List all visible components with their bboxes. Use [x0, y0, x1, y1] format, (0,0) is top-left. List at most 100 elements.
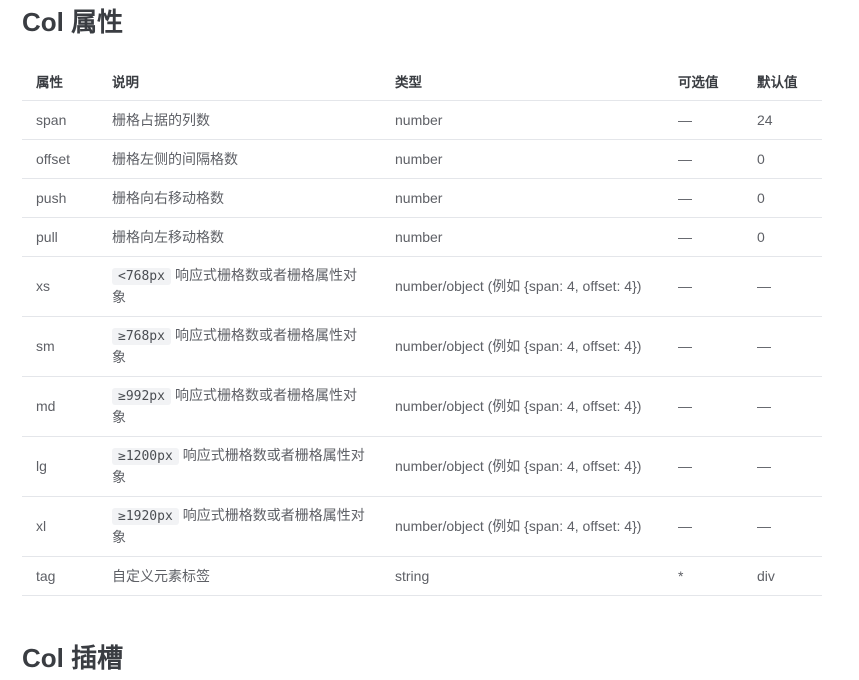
desc-wrap: ≥768px 响应式栅格数或者栅格属性对象	[112, 325, 367, 368]
header-desc: 说明	[98, 62, 381, 101]
cell-desc: ≥1200px 响应式栅格数或者栅格属性对象	[98, 436, 381, 497]
cell-options: —	[664, 376, 743, 437]
cell-type: number	[381, 217, 664, 257]
type-text: number/object (例如 {span: 4, offset: 4})	[395, 398, 642, 414]
table-row: pull 栅格向左移动格数 number —0	[22, 217, 822, 257]
cell-desc: <768px 响应式栅格数或者栅格属性对象	[98, 256, 381, 317]
cell-default: —	[743, 436, 822, 497]
type-text: number/object (例如 {span: 4, offset: 4})	[395, 518, 642, 534]
desc-wrap: ≥1200px 响应式栅格数或者栅格属性对象	[112, 445, 367, 488]
cell-options: —	[664, 316, 743, 377]
table-row: xs <768px 响应式栅格数或者栅格属性对象 number/object (例如 …	[22, 256, 822, 317]
cell-desc: 栅格左侧的间隔格数	[98, 139, 381, 179]
col-slots-title: Col 插槽	[22, 643, 124, 673]
desc-wrap: 栅格向左移动格数	[112, 227, 367, 248]
cell-default: 24	[743, 100, 822, 140]
breakpoint-code: ≥768px	[112, 328, 171, 345]
cell-desc: 栅格占据的列数	[98, 100, 381, 140]
table-row: offset 栅格左侧的间隔格数 number —0	[22, 139, 822, 179]
table-row: push 栅格向右移动格数 number —0	[22, 178, 822, 218]
cell-desc: ≥992px 响应式栅格数或者栅格属性对象	[98, 376, 381, 437]
type-text: number	[395, 111, 443, 128]
cell-attr: span	[22, 100, 98, 140]
breakpoint-code: ≥1920px	[112, 508, 179, 525]
cell-default: div	[743, 556, 822, 596]
desc-wrap: 栅格占据的列数	[112, 110, 367, 131]
header-default: 默认值	[743, 62, 822, 101]
cell-type: number/object (例如 {span: 4, offset: 4})	[381, 316, 664, 377]
cell-desc: 栅格向左移动格数	[98, 217, 381, 257]
cell-attr: lg	[22, 436, 98, 497]
cell-desc: 栅格向右移动格数	[98, 178, 381, 218]
cell-attr: xl	[22, 496, 98, 557]
type-text: number	[395, 150, 443, 167]
cell-options: —	[664, 436, 743, 497]
cell-attr: push	[22, 178, 98, 218]
cell-options: —	[664, 139, 743, 179]
cell-type: number/object (例如 {span: 4, offset: 4})	[381, 376, 664, 437]
cell-attr: sm	[22, 316, 98, 377]
cell-options: —	[664, 178, 743, 218]
cell-type: string	[381, 556, 664, 596]
col-props-title: Col 属性	[22, 7, 124, 37]
cell-type: number/object (例如 {span: 4, offset: 4})	[381, 496, 664, 557]
cell-options: —	[664, 256, 743, 317]
cell-default: 0	[743, 139, 822, 179]
table-row: span 栅格占据的列数 number —24	[22, 100, 822, 140]
table-row: md ≥992px 响应式栅格数或者栅格属性对象 number/object (例如 …	[22, 376, 822, 437]
cell-type: number/object (例如 {span: 4, offset: 4})	[381, 436, 664, 497]
cell-default: —	[743, 376, 822, 437]
table-row: tag 自定义元素标签 string * div	[22, 556, 822, 596]
type-text: number/object (例如 {span: 4, offset: 4})	[395, 338, 642, 354]
cell-attr: pull	[22, 217, 98, 257]
cell-type: number	[381, 178, 664, 218]
cell-desc: ≥1920px 响应式栅格数或者栅格属性对象	[98, 496, 381, 557]
cell-default: 0	[743, 217, 822, 257]
desc-wrap: 栅格左侧的间隔格数	[112, 149, 367, 170]
header-options: 可选值	[664, 62, 743, 101]
table-row: sm ≥768px 响应式栅格数或者栅格属性对象 number/object (例如 …	[22, 316, 822, 377]
type-text: number	[395, 228, 443, 245]
type-text: string	[395, 567, 430, 584]
type-text: number/object (例如 {span: 4, offset: 4})	[395, 458, 642, 474]
type-text: number	[395, 189, 443, 206]
type-text: number/object (例如 {span: 4, offset: 4})	[395, 278, 642, 294]
desc-wrap: 自定义元素标签	[112, 566, 367, 587]
cell-options: —	[664, 100, 743, 140]
col-props-table: 属性 说明 类型 可选值 默认值 span 栅格占据的列数 number —24 off…	[22, 62, 822, 596]
desc-text: 栅格向左移动格数	[112, 228, 224, 245]
cell-default: —	[743, 496, 822, 557]
cell-type: number	[381, 100, 664, 140]
breakpoint-code: ≥992px	[112, 388, 171, 405]
cell-attr: tag	[22, 556, 98, 596]
header-attr: 属性	[22, 62, 98, 101]
cell-default: 0	[743, 178, 822, 218]
breakpoint-code: <768px	[112, 268, 171, 285]
table-body: span 栅格占据的列数 number —24 offset 栅格左侧的间隔格数 numbe…	[22, 100, 822, 596]
cell-options: —	[664, 496, 743, 557]
table-header-row: 属性 说明 类型 可选值 默认值	[22, 62, 822, 101]
cell-options: *	[664, 556, 743, 596]
desc-wrap: ≥992px 响应式栅格数或者栅格属性对象	[112, 385, 367, 428]
cell-default: —	[743, 316, 822, 377]
breakpoint-code: ≥1200px	[112, 448, 179, 465]
table-row: xl ≥1920px 响应式栅格数或者栅格属性对象 number/object (例如…	[22, 496, 822, 557]
header-type: 类型	[381, 62, 664, 101]
cell-attr: xs	[22, 256, 98, 317]
desc-text: 栅格左侧的间隔格数	[112, 150, 238, 167]
cell-type: number	[381, 139, 664, 179]
desc-text: 栅格占据的列数	[112, 111, 210, 128]
cell-desc: 自定义元素标签	[98, 556, 381, 596]
desc-wrap: 栅格向右移动格数	[112, 188, 367, 209]
desc-text: 自定义元素标签	[112, 567, 210, 584]
cell-type: number/object (例如 {span: 4, offset: 4})	[381, 256, 664, 317]
cell-desc: ≥768px 响应式栅格数或者栅格属性对象	[98, 316, 381, 377]
desc-wrap: ≥1920px 响应式栅格数或者栅格属性对象	[112, 505, 367, 548]
desc-wrap: <768px 响应式栅格数或者栅格属性对象	[112, 265, 367, 308]
cell-options: —	[664, 217, 743, 257]
cell-default: —	[743, 256, 822, 317]
cell-attr: offset	[22, 139, 98, 179]
desc-text: 栅格向右移动格数	[112, 189, 224, 206]
table-row: lg ≥1200px 响应式栅格数或者栅格属性对象 number/object (例如…	[22, 436, 822, 497]
cell-attr: md	[22, 376, 98, 437]
